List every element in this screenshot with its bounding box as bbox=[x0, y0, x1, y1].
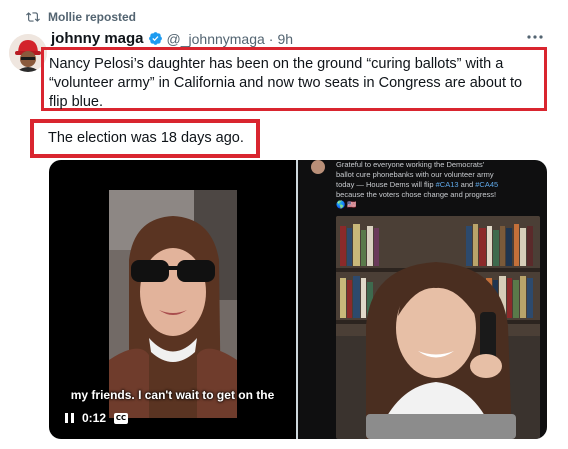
video-controls: 0:12 CC bbox=[65, 411, 129, 425]
embedded-line-2: ballot cure phonebanks with our voluntee… bbox=[336, 170, 494, 179]
embedded-emoji: 🌎 🇺🇸 bbox=[336, 200, 357, 209]
media-grid: my friends. I can't wait to get on the 0… bbox=[49, 160, 547, 439]
embedded-tweet-text: Grateful to everyone working the Democra… bbox=[336, 160, 541, 210]
more-options-button[interactable] bbox=[524, 30, 546, 44]
verified-badge-icon bbox=[148, 32, 162, 45]
video-caption: my friends. I can't wait to get on the bbox=[70, 388, 275, 402]
embedded-avatar bbox=[311, 160, 325, 174]
embedded-line-4: because the voters chose change and prog… bbox=[336, 190, 497, 199]
author-name[interactable]: johnny maga bbox=[51, 30, 144, 47]
repost-label: Mollie reposted bbox=[48, 10, 137, 24]
image-attachment[interactable]: Grateful to everyone working the Democra… bbox=[298, 160, 547, 439]
video-thumbnail bbox=[109, 190, 237, 418]
embedded-and: and bbox=[458, 180, 476, 189]
embedded-line-3-text: today — House Dems will flip bbox=[336, 180, 436, 189]
video-timestamp: 0:12 bbox=[82, 411, 107, 425]
repost-indicator[interactable]: Mollie reposted bbox=[26, 8, 136, 26]
video-player[interactable]: my friends. I can't wait to get on the 0… bbox=[49, 160, 296, 439]
tweet-header: johnny maga @_johnnymaga · 9h bbox=[51, 30, 293, 47]
author-handle[interactable]: @_johnnymaga bbox=[167, 31, 265, 47]
tweet-text-election: The election was 18 days ago. bbox=[48, 130, 244, 146]
embedded-line-1: Grateful to everyone working the Democra… bbox=[336, 160, 485, 169]
repost-icon bbox=[26, 12, 40, 22]
tweet-text-highlighted: Nancy Pelosi’s daughter has been on the … bbox=[41, 47, 547, 111]
tweet-time[interactable]: 9h bbox=[277, 31, 293, 47]
more-options-icon bbox=[527, 35, 543, 39]
embedded-hashtag-2: #CA45 bbox=[475, 180, 499, 189]
embedded-hashtag-1: #CA13 bbox=[435, 180, 459, 189]
embedded-line-3: today — House Dems will flip #CA13 and #… bbox=[336, 180, 541, 190]
pause-icon[interactable] bbox=[65, 413, 74, 423]
tweet-text-highlighted-secondary: The election was 18 days ago. bbox=[30, 119, 260, 158]
header-separator: · bbox=[268, 30, 274, 47]
closed-captions-button[interactable]: CC bbox=[114, 412, 129, 424]
tweet-text-main: Nancy Pelosi’s daughter has been on the … bbox=[49, 56, 523, 110]
embedded-photo bbox=[336, 216, 540, 439]
